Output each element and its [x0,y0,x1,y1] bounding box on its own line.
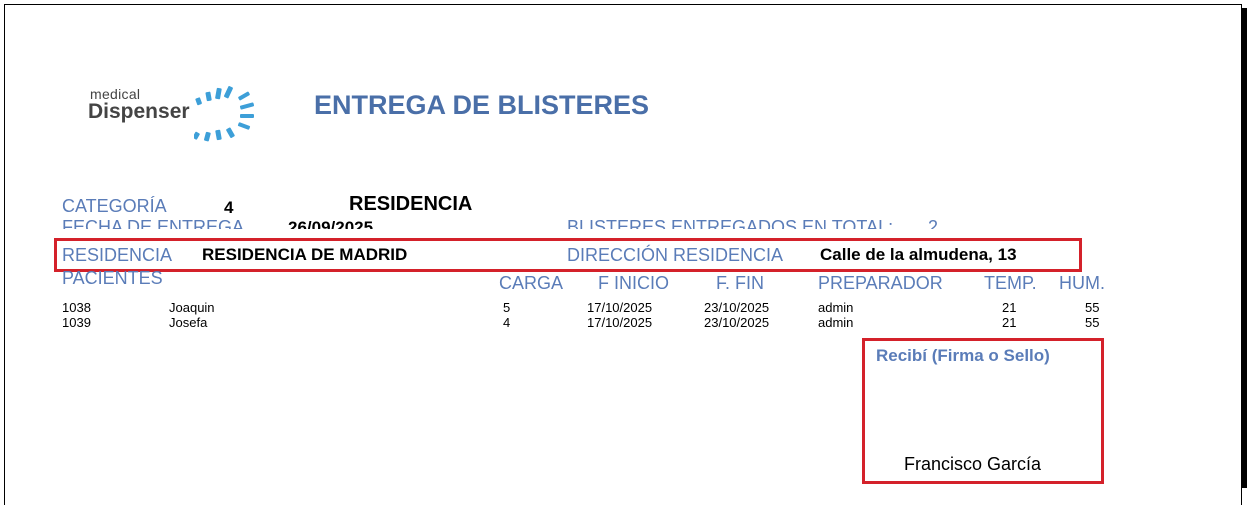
cell-temp: 21 [1002,315,1017,330]
signature-name: Francisco García [904,454,1042,474]
fecha-value: 26/09/2025 [288,218,374,229]
cell-f-fin: 23/10/2025 [704,315,770,330]
cell-patient-id: 1039 [62,315,91,330]
table-header: PACIENTES CARGA F INICIO F. FIN PREPARAD… [0,270,1240,292]
total-value: 2 [928,217,939,229]
fecha-row: FECHA DE ENTREGA 26/09/2025 BLISTERES EN… [0,213,1240,229]
fecha-label: FECHA DE ENTREGA [62,217,245,229]
cell-temp: 21 [1002,300,1017,315]
cell-f-fin: 23/10/2025 [704,300,770,315]
page-title: ENTREGA DE BLISTERES [314,90,650,120]
logo-swirl-icon [194,86,255,142]
cell-preparador: admin [818,315,854,330]
page-shadow [1241,8,1247,488]
cell-preparador: admin [818,300,854,315]
col-header-f-inicio: F INICIO [598,273,669,292]
cell-carga: 5 [503,300,511,315]
residencia-highlight-box [54,238,1082,272]
col-header-hum: HUM. [1059,273,1105,292]
medical-dispenser-logo: medical Dispenser [86,80,276,150]
col-header-temp: TEMP. [984,273,1037,292]
total-label: BLISTERES ENTREGADOS EN TOTAL: [567,217,894,229]
cell-patient-name: Josefa [169,315,208,330]
signature-label: Recibí (Firma o Sello) [876,346,1050,365]
col-header-carga: CARGA [499,273,564,292]
cell-patient-id: 1038 [62,300,91,315]
cell-f-inicio: 17/10/2025 [587,300,653,315]
cell-hum: 55 [1085,315,1100,330]
cell-carga: 4 [503,315,511,330]
col-header-f-fin: F. FIN [716,273,764,292]
cell-hum: 55 [1085,300,1100,315]
col-header-preparador: PREPARADOR [818,273,943,292]
cell-patient-name: Joaquin [169,300,215,315]
cell-f-inicio: 17/10/2025 [587,315,653,330]
logo-text-dispenser: Dispenser [88,100,190,123]
col-header-pacientes: PACIENTES [62,270,163,288]
